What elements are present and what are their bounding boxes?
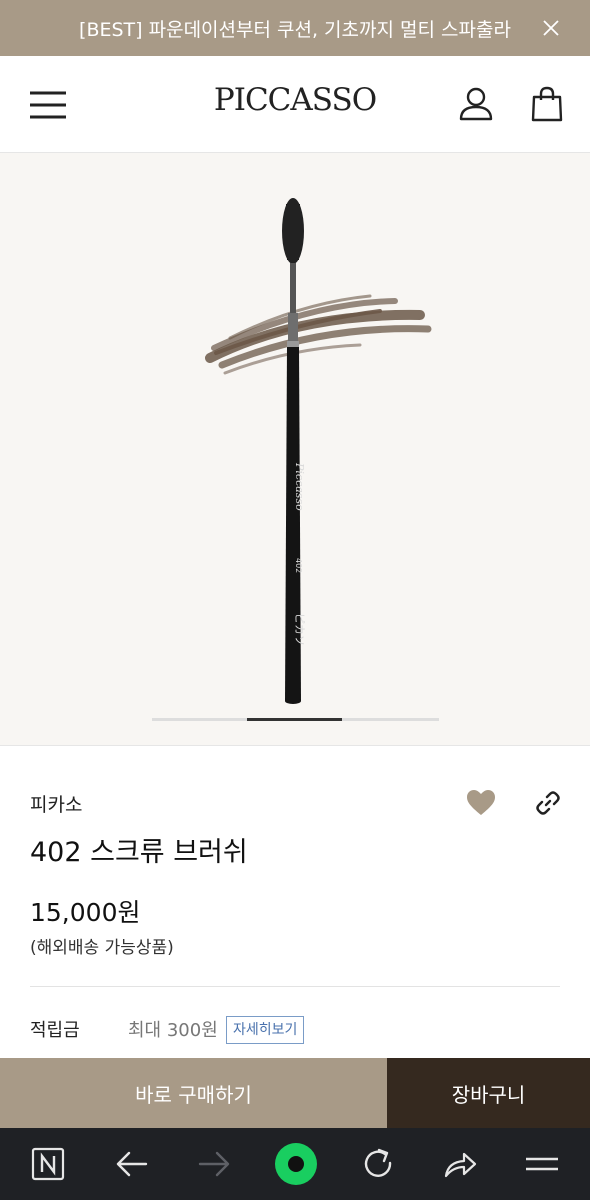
promo-text: [BEST] 파운데이션부터 쿠션, 기초까지 멀티 스파출라 <box>79 18 511 41</box>
browser-toolbar <box>0 1128 590 1200</box>
refresh-icon[interactable] <box>360 1146 396 1182</box>
product-brand[interactable]: 피카소 <box>30 790 82 817</box>
product-info: 피카소 402 스크류 브러쉬 15,000원 (해외배송 가능상품) 적립금 … <box>0 746 590 1058</box>
divider <box>30 986 560 987</box>
add-to-cart-button[interactable]: 장바구니 <box>387 1058 590 1128</box>
points-label: 적립금 <box>30 1020 80 1041</box>
promo-banner[interactable]: [BEST] 파운데이션부터 쿠션, 기초까지 멀티 스파출라 <box>0 0 590 56</box>
product-price: 15,000원 <box>30 898 141 927</box>
site-header: PICCASSO <box>0 56 590 153</box>
forward-arrow-icon <box>198 1151 230 1177</box>
product-name: 402 스크류 브러쉬 <box>30 837 248 868</box>
product-image-gallery[interactable]: Piccasso 402 ピカソ <box>0 153 590 746</box>
close-icon[interactable] <box>540 17 562 39</box>
svg-text:ピカソ: ピカソ <box>293 613 306 646</box>
gallery-progress-track <box>152 718 439 721</box>
shipping-note: (해외배송 가능상품) <box>30 938 174 958</box>
heart-icon[interactable] <box>466 789 496 817</box>
link-icon[interactable] <box>535 790 561 816</box>
points-value: 최대 300원 <box>128 1020 218 1041</box>
buy-now-button[interactable]: 바로 구매하기 <box>0 1058 387 1128</box>
svg-text:Piccasso: Piccasso <box>293 462 306 511</box>
gallery-progress-thumb <box>247 718 342 721</box>
product-image: Piccasso 402 ピカソ <box>205 198 432 704</box>
green-dot-search-icon[interactable] <box>274 1142 318 1186</box>
naver-home-icon[interactable] <box>30 1146 66 1182</box>
svg-text:402: 402 <box>294 558 303 573</box>
points-detail-button[interactable]: 자세히보기 <box>226 1016 305 1044</box>
site-logo[interactable]: PICCASSO <box>0 82 590 118</box>
shopping-bag-icon[interactable] <box>530 86 564 122</box>
back-arrow-icon[interactable] <box>114 1146 150 1182</box>
menu-icon[interactable] <box>524 1146 560 1182</box>
user-icon[interactable] <box>458 86 494 122</box>
share-icon[interactable] <box>442 1146 478 1182</box>
